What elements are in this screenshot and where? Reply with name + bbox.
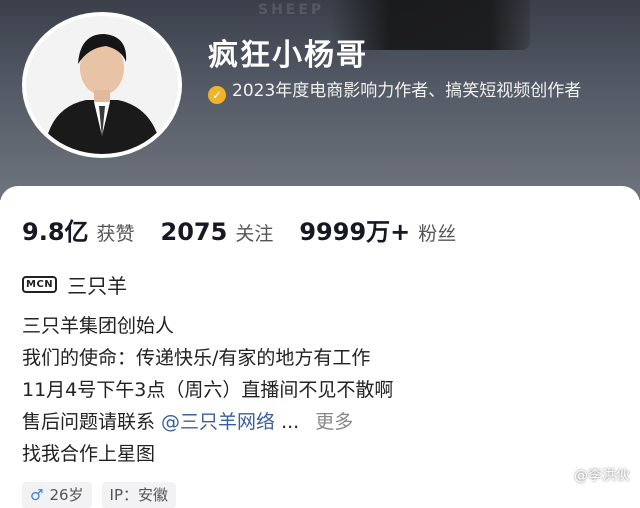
profile-header: SHEEP 疯狂小杨哥 ✓ 2023年度电商影响力作者、搞笑短视频创作者 bbox=[0, 0, 640, 200]
mcn-icon: MCN bbox=[22, 276, 58, 293]
verification-text: 2023年度电商影响力作者、搞笑短视频创作者 bbox=[232, 81, 582, 101]
contact-prefix: 售后问题请联系 bbox=[22, 411, 162, 433]
age-tag: ♂ 26岁 bbox=[22, 482, 92, 508]
bio-ellipsis: ... bbox=[275, 411, 300, 433]
bio-line: 找我合作上星图 bbox=[22, 443, 156, 465]
verification-row: ✓ 2023年度电商影响力作者、搞笑短视频创作者 bbox=[208, 78, 618, 104]
check-badge-icon: ✓ bbox=[208, 86, 226, 104]
following-label[interactable]: 关注 bbox=[235, 219, 273, 246]
mcn-row[interactable]: MCN 三只羊 bbox=[22, 270, 127, 299]
profile-card: 9.8亿 获赞 2075 关注 9999万+ 粉丝 MCN 三只羊 三只羊集团创… bbox=[0, 186, 640, 508]
age-text: 26岁 bbox=[49, 486, 84, 504]
bio: 三只羊集团创始人 我们的使命：传递快乐/有家的地方有工作 11月4号下午3点（周… bbox=[22, 310, 393, 470]
stats-row: 9.8亿 获赞 2075 关注 9999万+ 粉丝 bbox=[22, 212, 482, 247]
avatar[interactable] bbox=[22, 12, 182, 158]
profile-name: 疯狂小杨哥 bbox=[208, 38, 368, 73]
followers-label[interactable]: 粉丝 bbox=[418, 219, 456, 246]
bio-line: 11月4号下午3点（周六）直播间不见不散啊 bbox=[22, 379, 394, 401]
likes-label: 获赞 bbox=[96, 223, 135, 245]
bio-line: 三只羊集团创始人 bbox=[22, 315, 175, 337]
bio-line-contact: 售后问题请联系 @三只羊网络 ... 更多 bbox=[22, 406, 393, 438]
likes-count: 9.8亿 bbox=[22, 218, 89, 246]
avatar-photo bbox=[26, 16, 178, 154]
profile-tags: ♂ 26岁 IP：安徽 bbox=[22, 482, 186, 508]
mention-link[interactable]: @三只羊网络 bbox=[161, 411, 275, 433]
mcn-name[interactable]: 三只羊 bbox=[67, 270, 127, 299]
watermark: @李洪伙 bbox=[574, 468, 630, 484]
male-icon: ♂ bbox=[30, 486, 44, 504]
following-count[interactable]: 2075 bbox=[161, 218, 228, 246]
header-background-text: SHEEP bbox=[258, 2, 325, 18]
followers-count[interactable]: 9999万+ bbox=[299, 212, 410, 247]
more-button[interactable]: 更多 bbox=[315, 411, 353, 433]
bio-line: 我们的使命：传递快乐/有家的地方有工作 bbox=[22, 347, 371, 369]
ip-tag: IP：安徽 bbox=[101, 482, 177, 508]
